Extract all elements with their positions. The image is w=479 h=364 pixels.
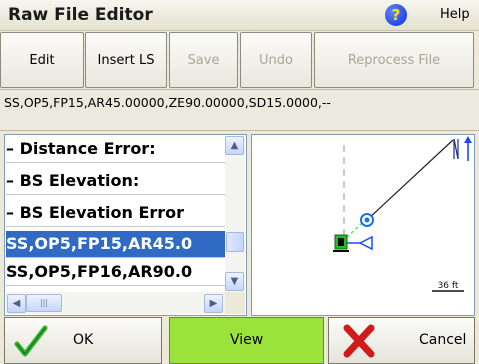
title-bar: Raw File Editor ? Help (0, 0, 479, 31)
list-item-selected[interactable]: SS,OP5,FP15,AR45.0 (6, 231, 225, 258)
record-line: SS,OP5,FP15,AR45.00000,ZE90.00000,SD15.0… (0, 89, 479, 131)
edit-button[interactable]: Edit (0, 32, 84, 88)
ok-button[interactable]: OK (4, 317, 162, 364)
scale-bar-icon: 36 ft (432, 281, 464, 292)
prism-icon (345, 235, 373, 251)
list-item[interactable]: – Distance Error: (6, 136, 225, 163)
help-label[interactable]: Help (440, 7, 470, 22)
scale-bar-label: 36 ft (438, 281, 459, 291)
horizontal-scroll-thumb[interactable]: ||| (26, 294, 62, 312)
list-item[interactable]: – BS Elevation: (6, 168, 225, 195)
target-point-icon (360, 213, 374, 227)
vertical-scrollbar[interactable]: ▲ ▼ (225, 136, 245, 292)
shot-line (366, 139, 454, 221)
scroll-right-icon[interactable]: ▶ (204, 294, 223, 313)
view-button[interactable]: View (169, 317, 324, 364)
record-text: SS,OP5,FP15,AR45.00000,ZE90.00000,SD15.0… (4, 95, 331, 110)
scroll-left-icon[interactable]: ◀ (7, 294, 26, 313)
check-icon (14, 325, 48, 357)
view-label: View (230, 332, 264, 348)
scrollbar-corner (225, 292, 245, 314)
window-title: Raw File Editor (8, 5, 153, 25)
cancel-label: Cancel (419, 332, 467, 348)
cancel-button[interactable]: Cancel (328, 317, 475, 364)
raw-record-list[interactable]: – Distance Error: – BS Elevation: – BS E… (4, 134, 247, 316)
close-icon (343, 324, 375, 358)
horizontal-scrollbar[interactable]: ◀ ||| ▶ (6, 292, 225, 314)
instrument-station-icon (333, 234, 349, 252)
insert-ls-button[interactable]: Insert LS (85, 32, 167, 88)
bottom-bar: OK View Cancel (0, 317, 479, 364)
toolbar: Edit Insert LS Save Undo Reprocess File (0, 31, 479, 88)
vertical-scroll-thumb[interactable] (226, 232, 244, 252)
survey-plot: 36 ft (333, 136, 472, 292)
scroll-up-icon[interactable]: ▲ (225, 136, 244, 155)
save-button[interactable]: Save (169, 32, 238, 88)
undo-button[interactable]: Undo (240, 32, 312, 88)
scroll-down-icon[interactable]: ▼ (225, 272, 244, 291)
map-view[interactable]: 36 ft (251, 134, 475, 316)
ok-label: OK (73, 332, 94, 348)
list-item[interactable]: SS,OP5,FP16,AR90.0 (6, 259, 225, 286)
reprocess-file-button[interactable]: Reprocess File (314, 32, 474, 88)
list-item[interactable]: – BS Elevation Error (6, 200, 225, 227)
help-icon[interactable]: ? (385, 4, 407, 26)
north-arrow-icon (453, 136, 472, 161)
